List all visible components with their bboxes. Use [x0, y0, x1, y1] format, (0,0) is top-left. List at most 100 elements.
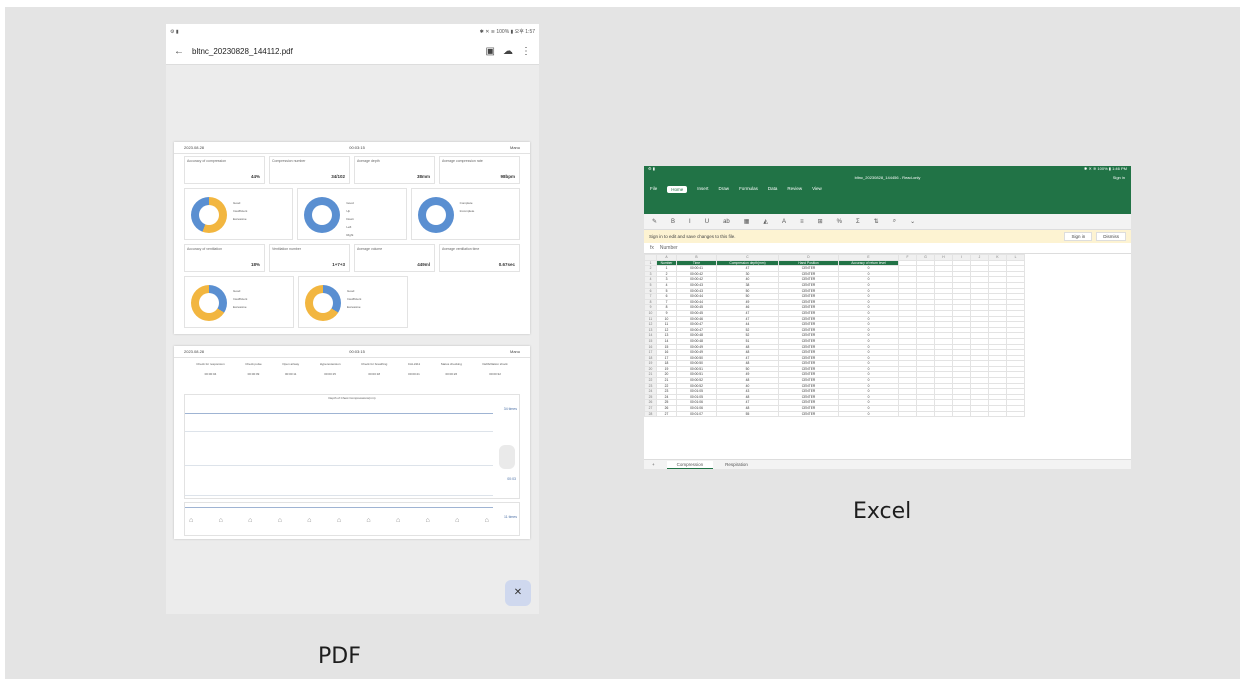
timeline-label: CALL911 — [407, 362, 421, 366]
metric-value: 34/102 — [331, 174, 345, 179]
timeline-label: Check for breathing — [361, 362, 388, 366]
return-donut — [417, 197, 454, 233]
lung-icon: ⌂ — [336, 517, 342, 524]
sort-icon[interactable]: ⇅ — [874, 218, 879, 225]
lung-icon: ⌂ — [395, 517, 401, 524]
return-legend: Complete Incomplete — [459, 201, 475, 213]
metric-card: Average volume 449ml — [354, 244, 435, 272]
fill-icon[interactable]: ◭ — [763, 218, 768, 225]
sum-icon[interactable]: Σ — [856, 219, 860, 225]
collapse-fab-icon[interactable]: ✕ — [505, 580, 531, 606]
metric-row: Accuracy of compression 44% Compression nu… — [174, 154, 530, 186]
vent-time-donut — [305, 285, 341, 321]
cell[interactable] — [988, 410, 1007, 418]
table-row: 28 27 00:01:07 55 CENTER 0 — [644, 410, 1025, 418]
cell[interactable] — [952, 410, 971, 418]
metric-row: Accuracy of ventilation 18% Ventilation nu… — [174, 242, 530, 274]
cell[interactable] — [934, 410, 953, 418]
timeline-step: Check for responsion 00:00:04 — [196, 362, 224, 380]
signin-button[interactable]: Sign in — [1064, 232, 1093, 241]
status-left: ⚙ ▮ — [170, 28, 179, 35]
cell[interactable]: 0 — [838, 410, 899, 418]
page-header: 2023.08.28 00:03:15 Manu — [174, 142, 530, 154]
timeline-label: Defibrillation shock — [482, 362, 508, 366]
user-text: Manu — [509, 349, 520, 354]
timeline: Check for responsion 00:00:04 Check pulse 0… — [174, 358, 530, 384]
timeline-step: Hyperextension 00:00:15 — [320, 362, 341, 380]
metric-value: 0.67sec — [498, 262, 515, 267]
align-icon[interactable]: ≡ — [800, 219, 804, 225]
cell[interactable]: 27 — [656, 410, 677, 418]
side-count-1: 34 times — [503, 407, 517, 411]
cell[interactable]: 00:01:07 — [676, 410, 717, 418]
cell[interactable] — [970, 410, 989, 418]
search-doc-icon[interactable]: ▣ — [486, 46, 495, 57]
number-format-icon[interactable]: % — [837, 219, 842, 225]
add-sheet-icon[interactable]: + — [652, 462, 655, 467]
sheet-tabs: + Compression Respiration — [644, 459, 1131, 469]
ribbon-tab-data[interactable]: Data — [768, 186, 778, 193]
formula-bar[interactable]: fx Number — [644, 243, 1131, 254]
page-header: 2023.08.28 00:03:15 Manu — [174, 346, 530, 358]
metric-label: Average ventilation time — [442, 247, 480, 251]
metric-label: Ventilation number — [272, 247, 301, 251]
metric-label: Average depth — [357, 159, 380, 163]
drive-icon[interactable]: ☁ — [503, 46, 513, 57]
timeline-time: 00:00:26 — [445, 372, 458, 376]
metric-value: 44% — [250, 174, 260, 179]
cell[interactable] — [898, 410, 917, 418]
back-arrow-icon[interactable]: ← — [174, 46, 184, 57]
timeline-label: Open airway — [282, 362, 300, 366]
sheet-tab-respiration[interactable]: Respiration — [725, 462, 748, 467]
ribbon-tab-home[interactable]: Home — [667, 186, 688, 193]
timeline-time: 00:00:21 — [408, 372, 420, 376]
metric-card: Compression number 34/102 — [269, 156, 350, 184]
ribbon-tab-insert[interactable]: Insert — [697, 186, 708, 193]
pdf-page-1: 2023.08.28 00:03:15 Manu Accuracy of compr… — [174, 142, 530, 334]
cell[interactable] — [1006, 410, 1025, 418]
merge-icon[interactable]: ⊞ — [818, 218, 823, 225]
cell[interactable] — [916, 410, 935, 418]
lung-icon: ⌂ — [307, 517, 312, 524]
cell[interactable]: CENTER — [778, 410, 839, 418]
side-time: 00:03 — [507, 477, 516, 481]
ribbon-tab-formulas[interactable]: Formulas — [739, 186, 758, 193]
sign-in-link[interactable]: Sign in — [1113, 175, 1125, 180]
metric-card: Average compression rate 98bpm — [439, 156, 520, 184]
toolbar: ✎ B I Uab ▦ ◭ A ≡ ⊞% Σ ⇅ ⌕ ⌄ — [644, 214, 1131, 230]
find-icon[interactable]: ⌕ — [893, 218, 896, 225]
timeline-step: CALL911 00:00:21 — [408, 362, 420, 380]
italic-icon[interactable]: I — [689, 219, 691, 225]
ribbon-tabs: File Home Insert Draw Formulas Data Review View — [644, 184, 1131, 195]
chart-title: Depth of Chest Compressions(mm) — [328, 396, 376, 400]
metric-card: Accuracy of compression 44% — [184, 156, 265, 184]
ribbon-tab-file[interactable]: File — [650, 186, 657, 193]
row-number[interactable]: 28 — [644, 410, 657, 418]
dismiss-button[interactable]: Dismiss — [1096, 232, 1126, 241]
date-text: 2023.08.28 — [184, 349, 205, 354]
underline-icon[interactable]: U — [705, 219, 709, 225]
cell[interactable]: 55 — [716, 410, 779, 418]
position-card: Good Up Down Left Right — [297, 188, 407, 240]
borders-icon[interactable]: ▦ — [744, 218, 750, 225]
ribbon-tab-draw[interactable]: Draw — [719, 186, 730, 193]
timeline-label: Hyperextension — [319, 362, 341, 366]
ribbon-tab-review[interactable]: Review — [787, 186, 802, 193]
font-color-icon[interactable]: A — [782, 219, 786, 225]
sheet-tab-compression[interactable]: Compression — [666, 460, 714, 469]
spreadsheet-grid[interactable]: A B C D E F G H I J K L 1 Number Time Compression depth… — [644, 254, 1025, 418]
metric-card: Ventilation number 1+7+3 — [269, 244, 350, 272]
bold-icon[interactable]: B — [671, 219, 675, 225]
compression-chart: Depth of Chest Compressions(mm) 34 times… — [184, 394, 520, 499]
timeline-step: Defibrillation shock 00:00:32 — [482, 362, 507, 380]
metric-label: Compression number — [272, 159, 306, 163]
more-icon[interactable]: ⌄ — [910, 218, 915, 225]
app-bar: ← bltnc_20230828_144112.pdf ▣ ☁ ⋮ — [166, 39, 539, 65]
ventilation-chart: ⌂ ⌂ ⌂ ⌂ ⌂ ⌂ ⌂ ⌂ ⌂ ⌂ ⌂ 11 times — [184, 502, 520, 536]
vent-time-legend: Good Insufficient Excessive — [347, 289, 362, 309]
ribbon-tab-view[interactable]: View — [812, 186, 822, 193]
metric-label: Accuracy of compression — [187, 159, 227, 163]
more-icon[interactable]: ⋮ — [521, 46, 531, 57]
strike-icon[interactable]: ab — [723, 219, 730, 225]
format-painter-icon[interactable]: ✎ — [652, 218, 657, 225]
